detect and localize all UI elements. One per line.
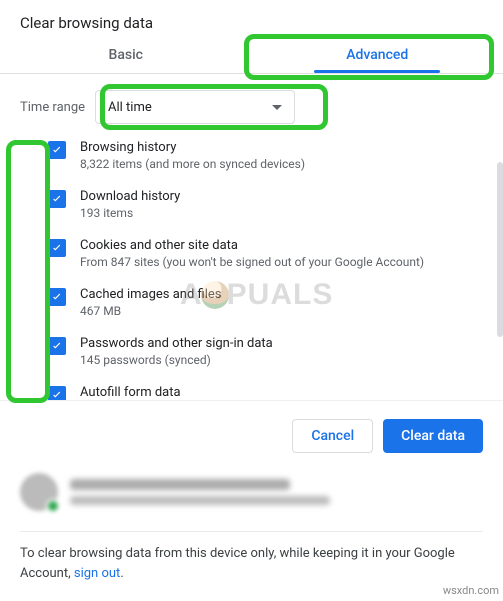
item-title: Cookies and other site data: [80, 238, 424, 253]
item-title: Cached images and files: [80, 287, 221, 302]
dialog-title: Clear browsing data: [0, 0, 503, 34]
account-name-blurred: [70, 479, 290, 490]
account-email-blurred: [70, 496, 330, 505]
tabs: Basic Advanced: [0, 34, 503, 74]
item-sub: 193 items: [80, 206, 180, 220]
checkbox-passwords[interactable]: [48, 337, 66, 355]
item-title: Passwords and other sign-in data: [80, 336, 273, 351]
item-title: Download history: [80, 189, 180, 204]
footer-after: .: [120, 566, 123, 581]
cancel-button[interactable]: Cancel: [292, 419, 373, 453]
checkbox-autofill[interactable]: [48, 386, 66, 400]
item-title: Autofill form data: [80, 385, 181, 400]
clear-browsing-data-dialog: Clear browsing data Basic Advanced Time …: [0, 0, 503, 595]
clear-data-button[interactable]: Clear data: [383, 419, 483, 453]
data-type-list: Browsing history 8,322 items (and more o…: [20, 140, 483, 400]
list-item: Cookies and other site data From 847 sit…: [48, 238, 483, 269]
item-sub: 8,322 items (and more on synced devices): [80, 157, 305, 171]
time-range-label: Time range: [20, 100, 95, 115]
checkbox-cookies[interactable]: [48, 239, 66, 257]
chevron-down-icon: [272, 105, 282, 110]
list-item: Passwords and other sign-in data 145 pas…: [48, 336, 483, 367]
item-sub: From 847 sites (you won't be signed out …: [80, 255, 424, 269]
tab-advanced[interactable]: Advanced: [252, 34, 503, 73]
dialog-actions: Cancel Clear data: [0, 400, 503, 459]
list-item: Autofill form data: [48, 385, 483, 400]
scrollbar[interactable]: [497, 162, 503, 337]
checkbox-browsing-history[interactable]: [48, 141, 66, 159]
sign-out-link[interactable]: sign out: [74, 566, 120, 581]
time-range-select[interactable]: All time: [95, 90, 295, 124]
tab-basic[interactable]: Basic: [0, 34, 252, 73]
footer-text: To clear browsing data from this device …: [0, 532, 503, 595]
list-item: Cached images and files 467 MB: [48, 287, 483, 318]
time-range-value: All time: [108, 100, 152, 115]
checkbox-cached-images[interactable]: [48, 288, 66, 306]
account-row: [0, 459, 503, 531]
sync-badge-icon: [46, 499, 60, 513]
item-title: Browsing history: [80, 140, 305, 155]
list-item: Download history 193 items: [48, 189, 483, 220]
watermark-site: wsxdn.com: [443, 584, 499, 597]
avatar: [20, 473, 58, 511]
item-sub: 467 MB: [80, 304, 221, 318]
list-item: Browsing history 8,322 items (and more o…: [48, 140, 483, 171]
checkbox-download-history[interactable]: [48, 190, 66, 208]
item-sub: 145 passwords (synced): [80, 353, 273, 367]
